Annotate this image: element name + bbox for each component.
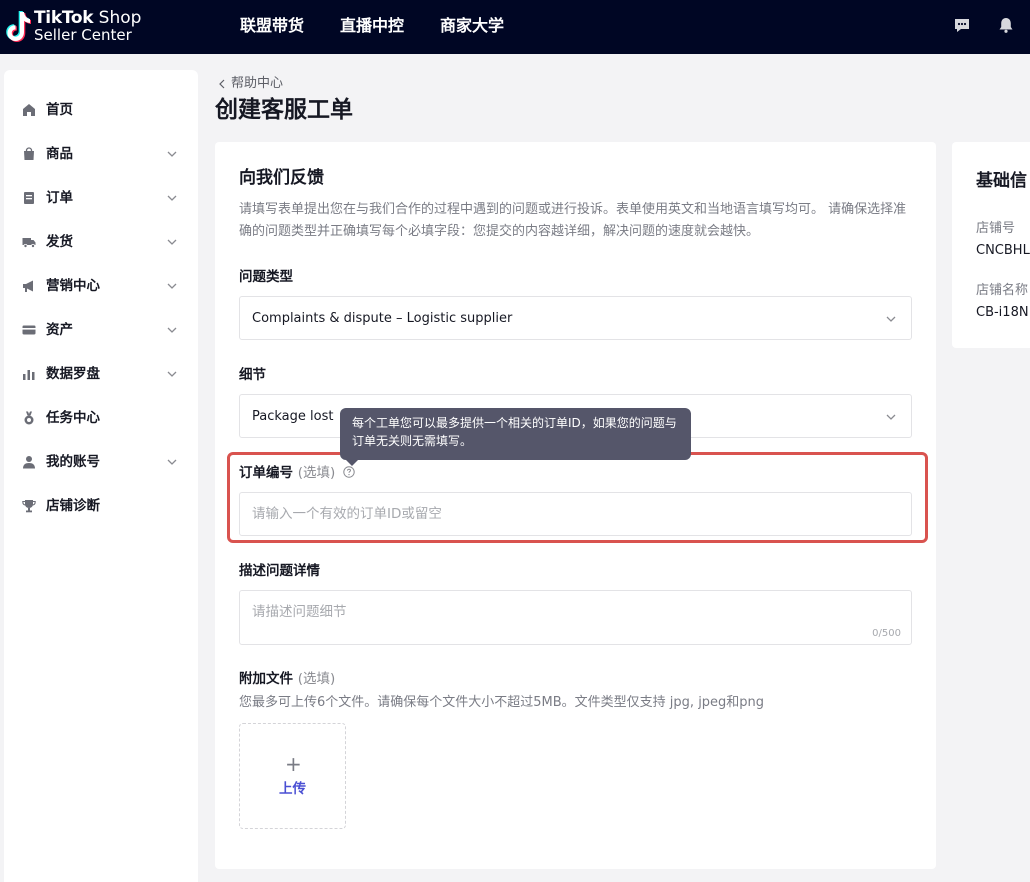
store-id-value: CNCBHL: [976, 243, 1030, 258]
card-icon: [22, 325, 36, 335]
bell-icon[interactable]: [997, 16, 1015, 34]
megaphone-icon: [23, 280, 33, 292]
chevron-down-icon: [167, 371, 177, 377]
sidebar-item-label: 资产: [46, 322, 73, 338]
optional-tag: (选填): [297, 671, 336, 687]
sidebar-item-label: 店铺诊断: [46, 498, 100, 514]
section-description: 请填写表单提出您在与我们合作的过程中遇到的问题或进行投诉。表单使用英文和当地语言…: [239, 202, 907, 239]
attach-label-text: 附加文件: [239, 671, 293, 687]
trophy-icon: [22, 500, 36, 513]
sidebar-item-label: 营销中心: [46, 278, 100, 294]
attach-label: 附加文件 (选填): [239, 669, 335, 689]
chevron-down-icon: [886, 414, 896, 420]
sidebar: 首页 商品 订单 发货 营销中心 资产 数据罗盘 任务中心 我的账号 店铺诊断: [4, 70, 198, 882]
detail-label: 细节: [239, 367, 266, 383]
sidebar-item-label: 商品: [46, 146, 73, 162]
upload-button[interactable]: + 上传: [239, 723, 346, 829]
describe-textarea[interactable]: 请描述问题细节 0/500: [239, 590, 912, 645]
chevron-down-icon: [886, 316, 896, 322]
chevron-down-icon: [167, 195, 177, 201]
nav-link-live-console[interactable]: 直播中控: [340, 15, 404, 37]
top-navigation-bar: TikTok Shop Seller Center 联盟带货 直播中控 商家大学: [0, 0, 1030, 54]
upload-label: 上传: [279, 781, 306, 797]
annotation-highlight-box: [227, 452, 928, 543]
attach-hint: 您最多可上传6个文件。请确保每个文件大小不超过5MB。文件类型仅支持 jpg, …: [239, 695, 765, 710]
order-id-tooltip: 每个工单您可以最多提供一个相关的订单ID，如果您的问题与 订单无关则无需填写。: [340, 408, 691, 466]
chevron-left-icon: [219, 79, 225, 89]
section-title: 向我们反馈: [239, 168, 324, 188]
bar-chart-icon: [23, 370, 35, 380]
sidebar-item-my-account[interactable]: 我的账号: [4, 444, 198, 480]
sidebar-item-assets[interactable]: 资产: [4, 312, 198, 348]
chevron-down-icon: [167, 239, 177, 245]
issue-type-label: 问题类型: [239, 269, 293, 285]
sidebar-item-label: 订单: [46, 190, 73, 206]
describe-label: 描述问题详情: [239, 563, 320, 579]
sidebar-item-task-center[interactable]: 任务中心: [4, 400, 198, 436]
sidebar-item-label: 首页: [46, 102, 73, 118]
character-counter: 0/500: [872, 628, 901, 639]
sidebar-item-shipping[interactable]: 发货: [4, 224, 198, 260]
tooltip-line-1: 每个工单您可以最多提供一个相关的订单ID，如果您的问题与: [352, 416, 677, 430]
tiktok-shop-logo[interactable]: TikTok Shop Seller Center: [5, 8, 145, 46]
issue-type-value: Complaints & dispute – Logistic supplier: [252, 311, 513, 326]
sidebar-item-label: 任务中心: [46, 410, 100, 426]
user-icon: [23, 456, 35, 469]
describe-placeholder: 请描述问题细节: [252, 604, 347, 620]
message-icon[interactable]: [953, 16, 971, 34]
chevron-down-icon: [167, 151, 177, 157]
sidebar-item-data-compass[interactable]: 数据罗盘: [4, 356, 198, 392]
chevron-down-icon: [167, 327, 177, 333]
nav-link-university[interactable]: 商家大学: [440, 15, 504, 37]
detail-value: Package lost: [252, 409, 334, 424]
basic-info-title: 基础信: [976, 171, 1027, 191]
truck-icon: [22, 238, 36, 248]
nav-link-affiliate[interactable]: 联盟带货: [240, 15, 304, 37]
tooltip-arrow: [346, 460, 358, 466]
logo-line2: Seller Center: [34, 26, 132, 44]
home-icon: [23, 104, 35, 116]
store-id-label: 店铺号: [976, 221, 1016, 236]
basic-info-card: 基础信 店铺号 CNCBHL 店铺名称 CB-i18N: [952, 142, 1030, 348]
sidebar-item-products[interactable]: 商品: [4, 136, 198, 172]
issue-type-select[interactable]: Complaints & dispute – Logistic supplier: [239, 296, 912, 340]
page-title: 创建客服工单: [215, 97, 353, 123]
sidebar-item-label: 发货: [46, 234, 73, 250]
sidebar-item-marketing[interactable]: 营销中心: [4, 268, 198, 304]
store-name-label: 店铺名称: [976, 283, 1029, 298]
medal-icon: [24, 411, 34, 425]
chevron-down-icon: [167, 283, 177, 289]
breadcrumb-help-center[interactable]: 帮助中心: [231, 75, 283, 93]
chevron-down-icon: [167, 459, 177, 465]
sidebar-item-orders[interactable]: 订单: [4, 180, 198, 216]
sidebar-item-label: 我的账号: [46, 454, 100, 470]
sidebar-item-store-diagnosis[interactable]: 店铺诊断: [4, 488, 198, 524]
store-name-value: CB-i18N: [976, 305, 1029, 320]
tiktok-note-icon: [6, 11, 31, 42]
sidebar-item-home[interactable]: 首页: [4, 92, 198, 128]
product-bag-icon: [24, 147, 34, 160]
order-doc-icon: [24, 192, 34, 204]
plus-icon: +: [285, 752, 302, 776]
sidebar-item-label: 数据罗盘: [46, 366, 100, 382]
tooltip-line-2: 订单无关则无需填写。: [352, 434, 473, 448]
